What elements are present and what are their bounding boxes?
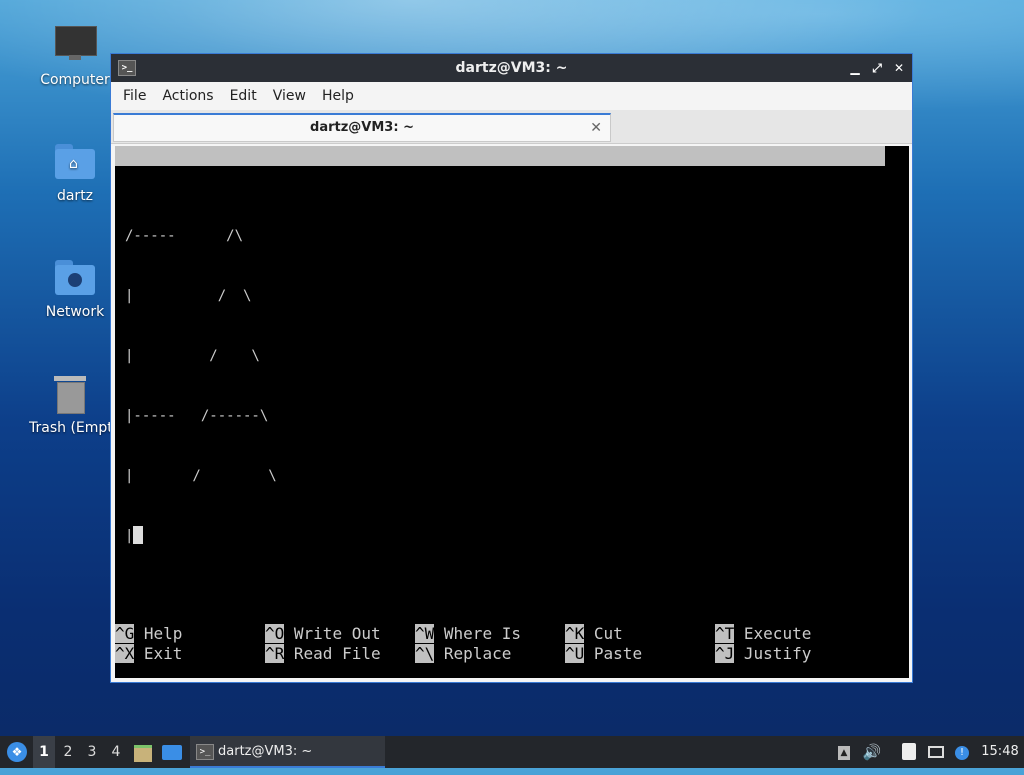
tab-title: dartz@VM3: ~	[310, 120, 414, 135]
shortcut-paste[interactable]: ^U Paste	[565, 644, 642, 664]
show-desktop-icon[interactable]	[162, 736, 184, 768]
shortcut-execute[interactable]: ^T Execute	[715, 624, 811, 644]
tab-terminal[interactable]: dartz@VM3: ~ ✕	[113, 113, 611, 142]
clipboard-icon[interactable]	[900, 736, 918, 768]
editor-line: | / \	[125, 468, 277, 484]
task-label: dartz@VM3: ~	[218, 744, 313, 759]
desktop-icon-label: Trash (Empty)	[29, 420, 119, 436]
menu-view[interactable]: View	[265, 88, 314, 104]
taskbar: ❖ 1 2 3 4 >_ dartz@VM3: ~ ▲ 🔊 ! 15:48	[0, 736, 1024, 768]
editor-line: |----- /------\	[125, 408, 269, 424]
tab-close-icon[interactable]: ✕	[590, 115, 602, 141]
terminal-icon: >_	[196, 744, 214, 760]
menu-actions[interactable]: Actions	[154, 88, 221, 104]
start-menu-icon[interactable]: ❖	[4, 736, 30, 768]
workspace-4[interactable]: 4	[105, 736, 127, 768]
tray-up-arrow-icon[interactable]: ▲	[836, 736, 852, 768]
network-folder-icon	[53, 256, 97, 300]
network-icon[interactable]	[926, 736, 946, 768]
trash-icon	[48, 372, 92, 416]
workspace-2[interactable]: 2	[57, 736, 79, 768]
editor-line: | / \	[125, 288, 252, 304]
nano-buffer-name: New Buffer *	[475, 186, 591, 205]
shortcut-justify[interactable]: ^J Justify	[715, 644, 811, 664]
menu-file[interactable]: File	[115, 88, 154, 104]
editor-line: /----- /\	[125, 228, 244, 244]
menubar: File Actions Edit View Help	[111, 82, 912, 110]
workspace-1[interactable]: 1	[33, 736, 55, 768]
editor-line: | / \	[125, 348, 260, 364]
window-title: dartz@VM3: ~	[455, 60, 568, 76]
text-cursor	[133, 526, 144, 544]
nano-version: GNU nano 6.2	[135, 166, 251, 185]
home-folder-icon: ⌂	[53, 140, 97, 184]
shortcut-where-is[interactable]: ^W Where Is	[415, 624, 521, 644]
nano-editor[interactable]: /----- /\ | / \ | / \ |----- /------\ | …	[125, 186, 277, 586]
tab-bar: dartz@VM3: ~ ✕	[111, 110, 912, 144]
shortcut-cut[interactable]: ^K Cut	[565, 624, 623, 644]
shortcut-help[interactable]: ^G Help	[115, 624, 182, 644]
editor-line: |	[125, 526, 277, 546]
minimize-icon[interactable]: ▁	[848, 54, 862, 82]
shortcut-write-out[interactable]: ^O Write Out	[265, 624, 381, 644]
update-notifier-icon[interactable]: !	[952, 736, 972, 768]
desktop-icon-trash[interactable]: Trash (Empty)	[20, 372, 120, 436]
file-manager-icon[interactable]	[134, 736, 156, 768]
menu-edit[interactable]: Edit	[222, 88, 265, 104]
volume-icon[interactable]: 🔊	[862, 736, 882, 768]
close-icon[interactable]: ✕	[892, 54, 906, 82]
terminal-area[interactable]: GNU nano 6.2 New Buffer * /----- /\ | / …	[115, 146, 909, 678]
nano-header: GNU nano 6.2 New Buffer *	[115, 146, 885, 205]
nano-shortcuts: ^G Help ^O Write Out ^W Where Is ^K Cut …	[115, 624, 895, 664]
terminal-icon: >_	[118, 60, 136, 76]
maximize-icon[interactable]: ⤢	[870, 54, 884, 82]
clock[interactable]: 15:48	[980, 736, 1020, 768]
window-titlebar[interactable]: >_ dartz@VM3: ~ ▁ ⤢ ✕	[111, 54, 912, 82]
shortcut-replace[interactable]: ^\ Replace	[415, 644, 511, 664]
workspace-3[interactable]: 3	[81, 736, 103, 768]
computer-icon	[53, 24, 97, 68]
menu-help[interactable]: Help	[314, 88, 362, 104]
shortcut-read-file[interactable]: ^R Read File	[265, 644, 381, 664]
terminal-window: >_ dartz@VM3: ~ ▁ ⤢ ✕ File Actions Edit …	[110, 53, 913, 683]
taskbar-task-terminal[interactable]: >_ dartz@VM3: ~	[190, 736, 385, 768]
shortcut-exit[interactable]: ^X Exit	[115, 644, 182, 664]
